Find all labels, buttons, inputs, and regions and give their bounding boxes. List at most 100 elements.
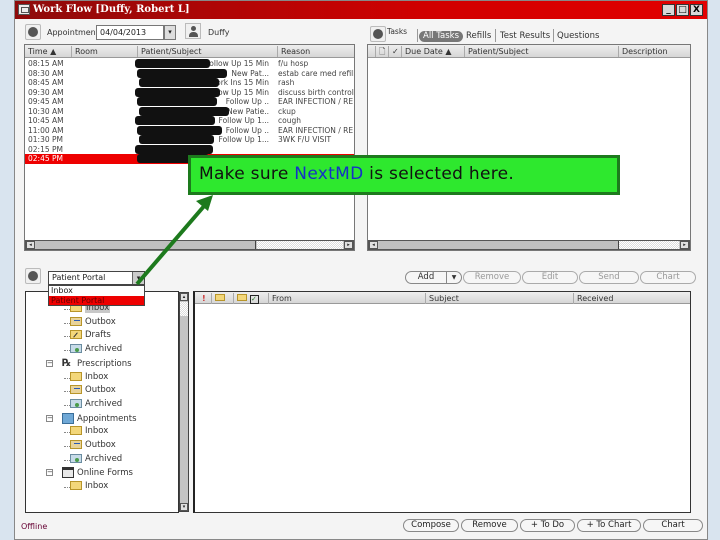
col-patient[interactable]: Patient/Subject bbox=[137, 46, 201, 57]
appointments-gear-icon[interactable] bbox=[25, 24, 41, 40]
scroll-right-button[interactable]: ▸ bbox=[344, 241, 353, 249]
appointment-row[interactable]: 01:30 PM Follow Up 1... 3WK F/U VISIT bbox=[25, 135, 354, 145]
folder-icon bbox=[70, 344, 82, 354]
add-to-chart-button[interactable]: + To Chart bbox=[577, 519, 641, 532]
source-option-inbox[interactable]: Inbox bbox=[49, 286, 144, 296]
priority-icon[interactable]: ! bbox=[199, 293, 206, 304]
inbox-gear-icon[interactable] bbox=[25, 268, 41, 284]
col-check-icon[interactable]: ✓ bbox=[388, 46, 399, 57]
add-task-button[interactable]: Add bbox=[405, 271, 447, 284]
tasks-grid: 🗋 ✓ Due Date ▲ Patient/Subject Descripti… bbox=[367, 44, 691, 251]
date-dropdown-button[interactable]: ▾ bbox=[164, 25, 176, 40]
appointment-date-field[interactable]: 04/04/2013 bbox=[96, 25, 164, 40]
appt-time: 11:00 AM bbox=[28, 125, 64, 135]
appt-reason: ckup bbox=[278, 106, 296, 116]
message-source-select[interactable]: Patient Portal bbox=[48, 271, 145, 285]
envelope-icon[interactable] bbox=[211, 293, 225, 304]
add-task-dropdown[interactable]: ▼ bbox=[446, 271, 462, 284]
col-time[interactable]: Time ▲ bbox=[25, 46, 56, 57]
col-subject[interactable]: Subject bbox=[425, 293, 459, 304]
appointment-row[interactable]: 10:30 AM New Patie.. ckup bbox=[25, 106, 354, 117]
chart-button[interactable]: Chart bbox=[643, 519, 703, 532]
compose-button[interactable]: Compose bbox=[403, 519, 459, 532]
tree-folder-archived[interactable]: Archived bbox=[70, 398, 122, 410]
collapse-toggle[interactable]: − bbox=[46, 469, 53, 477]
col-received[interactable]: Received bbox=[573, 293, 613, 304]
appointment-row[interactable]: 08:45 AM Work Ins 15 Min rash bbox=[25, 78, 354, 88]
appointment-row[interactable]: 09:45 AM Follow Up .. EAR INFECTION / RE bbox=[25, 97, 354, 107]
minimize-button[interactable]: _ bbox=[662, 4, 675, 16]
redacted-patient-name bbox=[139, 135, 214, 144]
close-button[interactable]: X bbox=[690, 4, 703, 16]
remove-message-button[interactable]: Remove bbox=[461, 519, 518, 532]
tasks-header: 🗋 ✓ Due Date ▲ Patient/Subject Descripti… bbox=[368, 45, 690, 58]
collapse-toggle[interactable]: − bbox=[46, 414, 53, 422]
col-room[interactable]: Room bbox=[71, 46, 98, 57]
col-reason[interactable]: Reason bbox=[277, 46, 310, 57]
tree-folder-drafts[interactable]: Drafts bbox=[70, 330, 111, 341]
appt-reason: rash bbox=[278, 78, 295, 87]
appt-time: 01:30 PM bbox=[28, 135, 63, 144]
col-patient-subject[interactable]: Patient/Subject bbox=[464, 46, 528, 57]
remove-task-button[interactable]: Remove bbox=[463, 271, 521, 284]
tree-category[interactable]: Online Forms bbox=[62, 467, 133, 479]
tasks-hscroll[interactable]: ◂ ▸ bbox=[368, 240, 690, 250]
appt-reason: 3WK F/U VISIT bbox=[278, 135, 332, 144]
source-option-patient-portal[interactable]: Patient Portal bbox=[49, 295, 144, 305]
provider-icon[interactable] bbox=[185, 23, 201, 39]
tree-folder-inbox[interactable]: Inbox bbox=[70, 371, 108, 383]
appointment-row[interactable]: 02:15 PM bbox=[25, 144, 354, 155]
tree-category[interactable]: Appointments bbox=[62, 412, 137, 424]
tree-folder-outbox[interactable]: Outbox bbox=[70, 316, 116, 328]
tab-all-tasks[interactable]: All Tasks bbox=[419, 31, 464, 42]
tree-folder-archived[interactable]: Archived bbox=[70, 344, 122, 355]
folder-icon bbox=[70, 398, 82, 408]
edit-task-button[interactable]: Edit bbox=[522, 271, 578, 284]
appointment-row[interactable]: 08:15 AM Follow Up 15 Min f/u hosp bbox=[25, 59, 354, 69]
appt-time: 08:45 AM bbox=[28, 78, 64, 87]
scroll-left-button[interactable]: ◂ bbox=[369, 241, 378, 249]
collapse-toggle[interactable]: − bbox=[46, 359, 53, 367]
tree-folder-outbox[interactable]: Outbox bbox=[70, 440, 116, 451]
add-todo-button[interactable]: + To Do bbox=[520, 519, 575, 532]
appointment-row[interactable]: 09:30 AM Follow Up 15 Min discuss birth co… bbox=[25, 87, 354, 98]
tree-folder-inbox[interactable]: Inbox bbox=[70, 426, 108, 437]
tree-folder-archived[interactable]: Archived bbox=[70, 453, 122, 465]
attachment-folder-icon[interactable] bbox=[233, 293, 247, 304]
maximize-button[interactable]: □ bbox=[676, 4, 689, 16]
col-from[interactable]: From bbox=[268, 293, 292, 304]
appt-time: 09:30 AM bbox=[28, 87, 64, 97]
messages-grid: ! ✓ From Subject Received bbox=[193, 291, 691, 513]
send-task-button[interactable]: Send bbox=[579, 271, 639, 284]
col-new-doc-icon[interactable]: 🗋 bbox=[375, 46, 385, 57]
appointment-row[interactable]: 10:45 AM Follow Up 1... cough bbox=[25, 116, 354, 126]
tab-test-results[interactable]: Test Results bbox=[500, 31, 550, 41]
folder-tree: Inbox Outbox Drafts Archived − ℞ Prescriptions… bbox=[25, 291, 179, 513]
chart-task-button[interactable]: Chart bbox=[640, 271, 696, 284]
col-due-date[interactable]: Due Date ▲ bbox=[401, 46, 452, 57]
appointments-label: Appointments bbox=[47, 28, 104, 37]
appointments-hscroll[interactable]: ◂ ▸ bbox=[25, 240, 354, 250]
instruction-callout: Make sure NextMD is selected here. bbox=[188, 155, 620, 195]
redacted-patient-name bbox=[137, 68, 227, 78]
tree-folder-outbox[interactable]: Outbox bbox=[70, 385, 116, 396]
workflow-window: Work Flow [Duffy, Robert L] _ □ X Appoin… bbox=[14, 0, 708, 540]
folder-icon bbox=[70, 440, 82, 449]
appointment-row[interactable]: 08:30 AM New Pat... estab care med refill bbox=[25, 68, 354, 79]
appt-time: 09:45 AM bbox=[28, 97, 64, 106]
tab-questions[interactable]: Questions bbox=[557, 31, 599, 41]
tree-category[interactable]: ℞ Prescriptions bbox=[62, 358, 132, 369]
col-description[interactable]: Description bbox=[618, 46, 668, 57]
scroll-left-button[interactable]: ◂ bbox=[26, 241, 35, 249]
appointment-row[interactable]: 11:00 AM Follow Up .. EAR INFECTION / RE bbox=[25, 125, 354, 136]
tree-vscroll[interactable]: ▴ ▾ bbox=[179, 292, 189, 512]
source-dropdown-button[interactable]: ▾ bbox=[132, 272, 144, 284]
scroll-down-button[interactable]: ▾ bbox=[180, 503, 188, 511]
scroll-up-button[interactable]: ▴ bbox=[180, 293, 188, 301]
redacted-patient-name bbox=[135, 144, 213, 154]
tree-folder-inbox[interactable]: Inbox bbox=[70, 481, 108, 492]
tasks-gear-icon[interactable] bbox=[370, 26, 386, 42]
checkbox-column-icon[interactable]: ✓ bbox=[247, 293, 259, 304]
scroll-right-button[interactable]: ▸ bbox=[680, 241, 689, 249]
tab-refills[interactable]: Refills bbox=[466, 31, 491, 41]
